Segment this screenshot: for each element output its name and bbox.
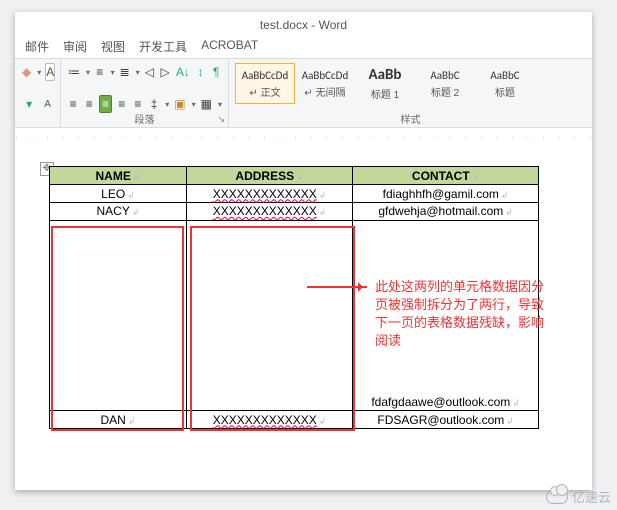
watermark: 亿速云 [546,487,611,506]
table-row: NACY↲ XXXXXXXXXXXXX↲ gfdwehja@hotmail.co… [50,203,539,221]
pilcrow-icon[interactable]: ¶ [210,63,222,81]
clipboard-group: ◆ ▾ A ▾ A [15,59,61,127]
style-nospacing[interactable]: AaBbCcDd ↵ 无间隔 [295,63,355,104]
style-label: ↵ 无间隔 [300,84,350,99]
cell: XXXXXXXXXXXXX [213,204,317,218]
cell: fdafgdaawe@outlook.com [371,395,510,409]
document-area[interactable]: · · · · · · · · · · · · · · · · · · · · … [15,128,592,490]
sort-icon[interactable]: A↓ [175,63,191,81]
cell: DAN [101,413,126,427]
table-row: LEO↲ XXXXXXXXXXXXX↲ fdiaghhfh@gamil.com↲ [50,185,539,203]
tab-view[interactable]: 视图 [101,38,125,58]
tab-acrobat[interactable]: ACROBAT [201,38,258,58]
style-preview: AaBbCcDd [240,69,290,82]
table-row: DAN↲ XXXXXXXXXXXXX↲ FDSAGR@outlook.com↲ [50,411,539,429]
style-label: ↵ 正文 [240,84,290,99]
multilevel-icon[interactable]: ≣ [119,63,131,81]
style-label: 标题 2 [420,84,470,99]
style-label: 标题 1 [360,86,410,101]
cell: XXXXXXXXXXXXX [213,413,317,427]
paragraph-group-label: 段落 [61,111,228,126]
style-heading1[interactable]: AaBb 标题 1 [355,63,415,104]
style-heading2[interactable]: AaBbC 标题 2 [415,63,475,104]
paragraph-group: ≔▾ ≡▾ ≣▾ ◁ ▷ A↓ ↕ ¶ ≡ ≡ ≡ ≡ ≡ ‡▾ ▣▾ ▦▾ 段… [61,59,229,127]
cloud-icon [546,490,568,504]
style-preview: AaBbC [420,69,470,82]
cell: FDSAGR@outlook.com [377,413,504,427]
tab-mail[interactable]: 邮件 [25,38,49,58]
cell: gfdwehja@hotmail.com [378,204,503,218]
sort-caret-icon[interactable]: ↕ [195,63,207,81]
cell: LEO [101,187,125,201]
style-title[interactable]: AaBbC 标题 [475,63,535,104]
ribbon: ◆ ▾ A ▾ A ≔▾ ≡▾ ≣▾ ◁ ▷ A↓ ↕ ¶ ≡ ≡ [15,58,592,128]
tab-review[interactable]: 审阅 [63,38,87,58]
annotation-text: 此处这两列的单元格数据因分页被强制拆分为了两行，导致下一页的表格数据残缺，影响阅… [375,278,555,350]
numbering-icon[interactable]: ≡ [94,63,106,81]
col-name: NAME [96,169,131,183]
font-box-icon[interactable]: A [45,63,55,81]
cell: NACY [97,204,130,218]
chevron-down-icon[interactable]: ▾ [37,68,41,77]
cell: fdiaghhfh@gamil.com [383,187,499,201]
table-header-row: NAME↲ ADDRESS↲ CONTACT↲ [50,167,539,185]
col-address: ADDRESS [235,169,294,183]
tab-dev[interactable]: 开发工具 [139,38,187,58]
indent-right-icon[interactable]: ▷ [159,63,171,81]
watermark-text: 亿速云 [572,487,611,506]
brush-icon[interactable]: ▾ [21,95,37,113]
indent-left-icon[interactable]: ◁ [144,63,156,81]
paragraph-launcher-icon[interactable]: ↘ [217,114,225,125]
style-normal[interactable]: AaBbCcDd ↵ 正文 [235,63,295,104]
bullets-icon[interactable]: ≔ [67,63,81,81]
styles-group: AaBbCcDd ↵ 正文 AaBbCcDd ↵ 无间隔 AaBb 标题 1 A… [229,59,592,127]
style-label: 标题 [480,84,530,99]
font-small-icon[interactable]: A [41,97,54,111]
col-contact: CONTACT [412,169,470,183]
cell: XXXXXXXXXXXXX [213,187,317,201]
eraser-icon[interactable]: ◆ [21,63,32,81]
style-preview: AaBbCcDd [300,69,350,82]
style-gallery: AaBbCcDd ↵ 正文 AaBbCcDd ↵ 无间隔 AaBb 标题 1 A… [235,63,586,104]
annotation-arrow-icon [307,286,367,288]
styles-group-label: 样式 [229,111,592,126]
ruler: · · · · · · · · · · · · · · · · · · · · … [15,132,592,146]
style-preview: AaBbC [480,69,530,82]
window-title: test.docx - Word [15,12,592,38]
word-window: test.docx - Word 邮件 审阅 视图 开发工具 ACROBAT ◆… [15,12,592,490]
style-preview: AaBb [360,66,410,84]
ribbon-tabs: 邮件 审阅 视图 开发工具 ACROBAT [15,38,592,58]
